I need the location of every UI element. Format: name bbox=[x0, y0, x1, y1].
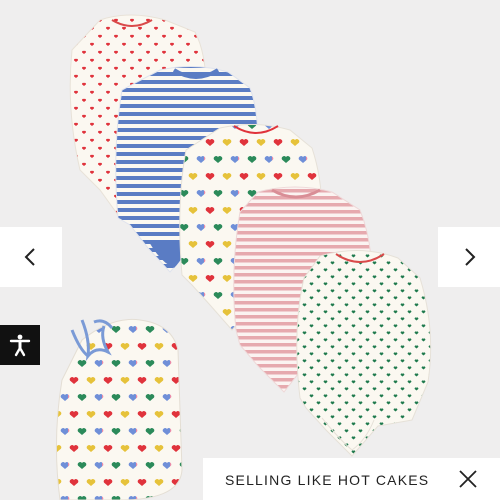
accessibility-person-icon bbox=[9, 334, 31, 357]
product-gallery: SELLING LIKE HOT CAKES bbox=[0, 0, 500, 500]
chevron-right-icon bbox=[465, 248, 476, 266]
banner-close-button[interactable] bbox=[456, 467, 480, 491]
product-image bbox=[55, 14, 432, 500]
drawstring-bag bbox=[55, 318, 183, 500]
carousel-next-button[interactable] bbox=[438, 227, 500, 287]
chevron-left-icon bbox=[24, 248, 35, 266]
carousel-prev-button[interactable] bbox=[0, 227, 62, 287]
promo-banner-text: SELLING LIKE HOT CAKES bbox=[225, 472, 430, 488]
promo-banner: SELLING LIKE HOT CAKES bbox=[203, 458, 500, 500]
bodysuit-green-hearts bbox=[296, 249, 432, 457]
close-icon bbox=[459, 470, 477, 488]
accessibility-button[interactable] bbox=[0, 325, 40, 365]
